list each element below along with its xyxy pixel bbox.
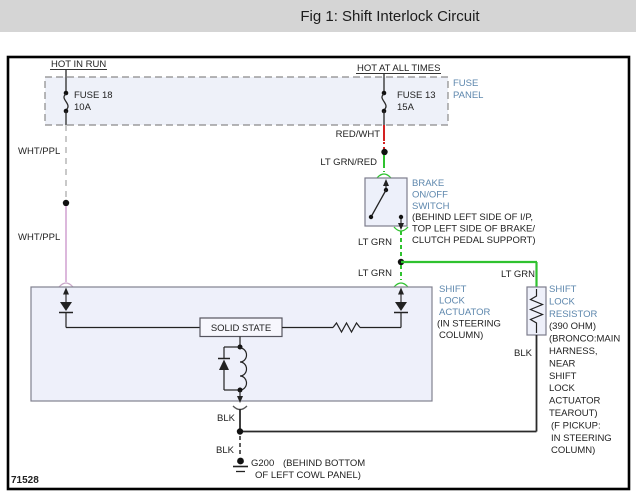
resistor-detail-1: (390 OHM) bbox=[549, 321, 596, 332]
resistor-name-3: RESISTOR bbox=[549, 309, 598, 320]
fuse-13-rating: 15A bbox=[397, 102, 415, 113]
wire-label-wht-ppl-upper: WHT/PPL bbox=[18, 146, 60, 157]
resistor-detail-10: IN STEERING bbox=[551, 433, 612, 444]
fuse-18-name: FUSE 18 bbox=[74, 90, 113, 101]
wire-label-lt-grn-2: LT GRN bbox=[358, 268, 392, 279]
fuse-panel-label-2: PANEL bbox=[453, 90, 483, 101]
resistor-detail-9: (F PICKUP: bbox=[551, 420, 601, 431]
fuse-panel-box bbox=[44, 76, 449, 126]
actuator-box bbox=[30, 286, 433, 402]
actuator-name-3: ACTUATOR bbox=[439, 307, 491, 318]
splice-dot bbox=[236, 428, 244, 435]
brake-switch-name-2: ON/OFF bbox=[412, 189, 448, 200]
shift-interlock-figure: Fig 1: Shift Interlock Circuit HOT IN RU… bbox=[0, 0, 636, 496]
fuse-13-name: FUSE 13 bbox=[397, 90, 436, 101]
wire-label-blk-3: BLK bbox=[216, 445, 235, 456]
wire-label-red-wht: RED/WHT bbox=[336, 129, 381, 140]
actuator-location-1: (IN STEERING bbox=[437, 319, 501, 330]
brake-switch-name-1: BRAKE bbox=[412, 178, 444, 189]
wire-label-lt-grn-3: LT GRN bbox=[501, 269, 535, 280]
ground-location-2: OF LEFT COWL PANEL) bbox=[255, 470, 361, 481]
brake-switch-name-3: SWITCH bbox=[412, 201, 450, 212]
actuator-name-1: SHIFT bbox=[439, 284, 467, 295]
feed-label-hot-at-all-times: HOT AT ALL TIMES bbox=[357, 63, 440, 74]
wire-label-lt-grn-red: LT GRN/RED bbox=[320, 157, 377, 168]
brake-switch-location-1: (BEHIND LEFT SIDE OF I/P, bbox=[412, 212, 533, 223]
resistor-detail-4: NEAR bbox=[549, 358, 576, 369]
actuator-name-2: LOCK bbox=[439, 296, 466, 307]
figure-number: 71528 bbox=[11, 475, 39, 486]
actuator-location-2: COLUMN) bbox=[439, 330, 483, 341]
figure-title: Fig 1: Shift Interlock Circuit bbox=[300, 8, 480, 25]
ground-location-1: (BEHIND BOTTOM bbox=[283, 458, 365, 469]
fuse-18-rating: 10A bbox=[74, 102, 92, 113]
resistor-detail-7: ACTUATOR bbox=[549, 396, 601, 407]
resistor-name-2: LOCK bbox=[549, 296, 576, 307]
wire-label-blk-2: BLK bbox=[514, 348, 533, 359]
shift-lock-actuator: SOLID STATE SHIFT LOCK ACTUATOR (IN STEE… bbox=[30, 284, 501, 403]
fuse-panel-label-1: FUSE bbox=[453, 78, 478, 89]
resistor-detail-8: TEAROUT) bbox=[549, 408, 598, 419]
resistor-detail-3: HARNESS, bbox=[549, 346, 598, 357]
resistor-detail-11: COLUMN) bbox=[551, 445, 595, 456]
wire-label-lt-grn-1: LT GRN bbox=[358, 237, 392, 248]
brake-switch-location-3: CLUTCH PEDAL SUPPORT) bbox=[412, 235, 536, 246]
wire-label-wht-ppl-lower: WHT/PPL bbox=[18, 232, 60, 243]
resistor-name-1: SHIFT bbox=[549, 284, 577, 295]
solid-state-label: SOLID STATE bbox=[211, 323, 271, 334]
feed-label-hot-in-run: HOT IN RUN bbox=[51, 59, 106, 70]
resistor-detail-2: (BRONCO:MAIN bbox=[549, 334, 620, 345]
wire-label-blk-1: BLK bbox=[217, 413, 236, 424]
splice-dot bbox=[381, 148, 388, 156]
title-bar: Fig 1: Shift Interlock Circuit bbox=[0, 0, 636, 32]
brake-switch-location-2: TOP LEFT SIDE OF BRAKE/ bbox=[412, 224, 535, 235]
resistor-detail-6: LOCK bbox=[549, 383, 576, 394]
ground-name: G200 bbox=[251, 458, 274, 469]
resistor-detail-5: SHIFT bbox=[549, 371, 577, 382]
splice-dot bbox=[62, 199, 70, 207]
